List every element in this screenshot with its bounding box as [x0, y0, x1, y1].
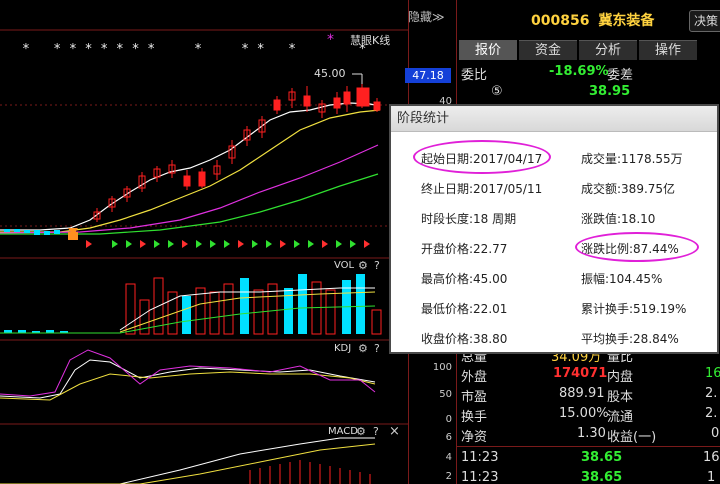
gear-icon[interactable]: ⚙: [358, 259, 368, 272]
quote-row: 净资 1.30 收益(一) 0: [457, 426, 720, 445]
kdj-label: KDJ: [334, 343, 352, 354]
help-icon[interactable]: ?: [374, 259, 380, 272]
quote-value: 889.91: [559, 386, 605, 401]
weicha-label: 委差: [607, 68, 634, 83]
decision-button[interactable]: 决策: [689, 10, 720, 32]
weibi-row: 委比 -18.69% 委差: [457, 64, 720, 83]
quote-label: 市盈: [461, 390, 488, 405]
quote-label: 净资: [461, 430, 488, 445]
tick-time: 11:23: [461, 450, 499, 465]
ma-line-magenta: [0, 144, 379, 234]
macd-bars: [249, 460, 371, 484]
tab-operate[interactable]: 操作: [639, 40, 697, 60]
close-price: 收盘价格:38.80: [421, 332, 508, 346]
open-price: 开盘价格:22.77: [421, 242, 508, 256]
quote-label: 外盘: [461, 370, 488, 385]
level-label: ⑤: [491, 84, 503, 99]
stage-stats-popup[interactable]: 阶段统计 起始日期:2017/04/17 终止日期:2017/05/11 时段长…: [389, 104, 719, 354]
gear-icon[interactable]: ⚙: [356, 425, 366, 438]
signal-stars: * * * * * * * * * * * * *: [22, 42, 367, 57]
quote-value: 2.: [705, 406, 718, 421]
magenta-star-icon: *: [327, 32, 334, 48]
quote-value: 2.: [705, 386, 718, 401]
ma-line-yellow: [0, 109, 381, 233]
macd-label: MACD: [328, 426, 358, 437]
hide-panel-button[interactable]: 隐藏≫: [408, 8, 445, 25]
kdj-d-line: [0, 371, 376, 401]
quote-label: 流通: [607, 410, 634, 425]
highlight-ellipse: [575, 232, 699, 262]
vol-label: VOL: [334, 260, 355, 271]
quote-value: 15.00%: [559, 406, 609, 421]
kdj-j-line: [0, 349, 376, 397]
popup-title[interactable]: 阶段统计: [391, 106, 717, 132]
volume: 成交量:1178.55万: [581, 152, 683, 166]
help-icon[interactable]: ?: [374, 342, 380, 355]
axis-tick-label: 100: [432, 362, 452, 373]
axis-tick-label: 2: [445, 471, 452, 482]
tick-volume: 1: [707, 470, 716, 484]
stock-title: 000856 冀东装备: [531, 10, 654, 30]
solid-red-candles: [183, 76, 381, 190]
gear-icon[interactable]: ⚙: [358, 342, 368, 355]
quote-row: 换手 15.00% 流通 2.: [457, 406, 720, 425]
axis-tick-label: 50: [439, 389, 452, 400]
tab-funds[interactable]: 资金: [519, 40, 577, 60]
change-value: 涨跌值:18.10: [581, 212, 656, 226]
help-icon[interactable]: ?: [373, 425, 379, 438]
quote-row: 外盘 174071 内盘 16: [457, 366, 720, 385]
axis-tick-label: 6: [445, 432, 452, 443]
tick-time: 11:23: [461, 470, 499, 484]
end-date: 终止日期:2017/05/11: [421, 182, 543, 196]
quote-value: 1.30: [577, 426, 606, 441]
quote-row: 市盈 889.91 股本 2.: [457, 386, 720, 405]
tick-row: 11:23 38.65 1: [457, 470, 720, 484]
average-turnover: 平均换手:28.84%: [581, 332, 679, 346]
highlight-ellipse: [413, 140, 551, 174]
close-icon[interactable]: ×: [389, 424, 400, 439]
period-length: 时段长度:18 周期: [421, 212, 517, 226]
macd-dif-line: [0, 437, 375, 484]
ma-line-white: [0, 102, 381, 231]
stock-code: 000856: [531, 13, 590, 29]
tick-price: 38.65: [581, 450, 623, 465]
stock-name: 冀东装备: [598, 13, 655, 29]
amount: 成交额:389.75亿: [581, 182, 676, 196]
quote-label: 股本: [607, 390, 634, 405]
high-price-marker: 45.00: [314, 67, 346, 80]
macd-dea-line: [0, 443, 376, 484]
tab-analysis[interactable]: 分析: [579, 40, 637, 60]
level-value: 38.95: [589, 84, 631, 99]
tab-quote[interactable]: 报价: [459, 40, 517, 60]
volume-bars: [4, 274, 382, 335]
kdj-k-line: [0, 359, 376, 399]
tick-price: 38.65: [581, 470, 623, 484]
rally-candles: [93, 88, 326, 222]
cumulative-turnover: 累计换手:519.19%: [581, 302, 687, 316]
current-price-tag: 47.18: [405, 68, 451, 83]
quote-value: 174071: [553, 366, 608, 381]
low-price: 最低价格:22.01: [421, 302, 508, 316]
quote-label: 内盘: [607, 370, 634, 385]
amplitude: 振幅:104.45%: [581, 272, 663, 286]
weibi-label: 委比: [461, 68, 488, 83]
axis-tick-label: 4: [445, 452, 452, 463]
tick-volume: 16: [703, 450, 720, 465]
signal-flags: [86, 240, 370, 248]
tick-row: 11:23 38.65 16: [457, 450, 720, 468]
quote-label: 收益(一): [607, 430, 657, 445]
high-price: 最高价格:45.00: [421, 272, 508, 286]
quote-label: 换手: [461, 410, 488, 425]
chart-area[interactable]: * * * * * * * * * * * * * 慧眼K线 * 45.00 V…: [0, 0, 408, 484]
axis-tick-label: 0: [445, 414, 452, 425]
weibi-value: -18.69%: [549, 64, 609, 79]
kline-chart-svg[interactable]: [0, 0, 408, 484]
indicator-title: 慧眼K线: [350, 34, 391, 47]
quote-value: 16: [705, 366, 720, 381]
level-row: ⑤ 38.95: [457, 84, 720, 102]
quote-value: 0: [711, 426, 720, 441]
